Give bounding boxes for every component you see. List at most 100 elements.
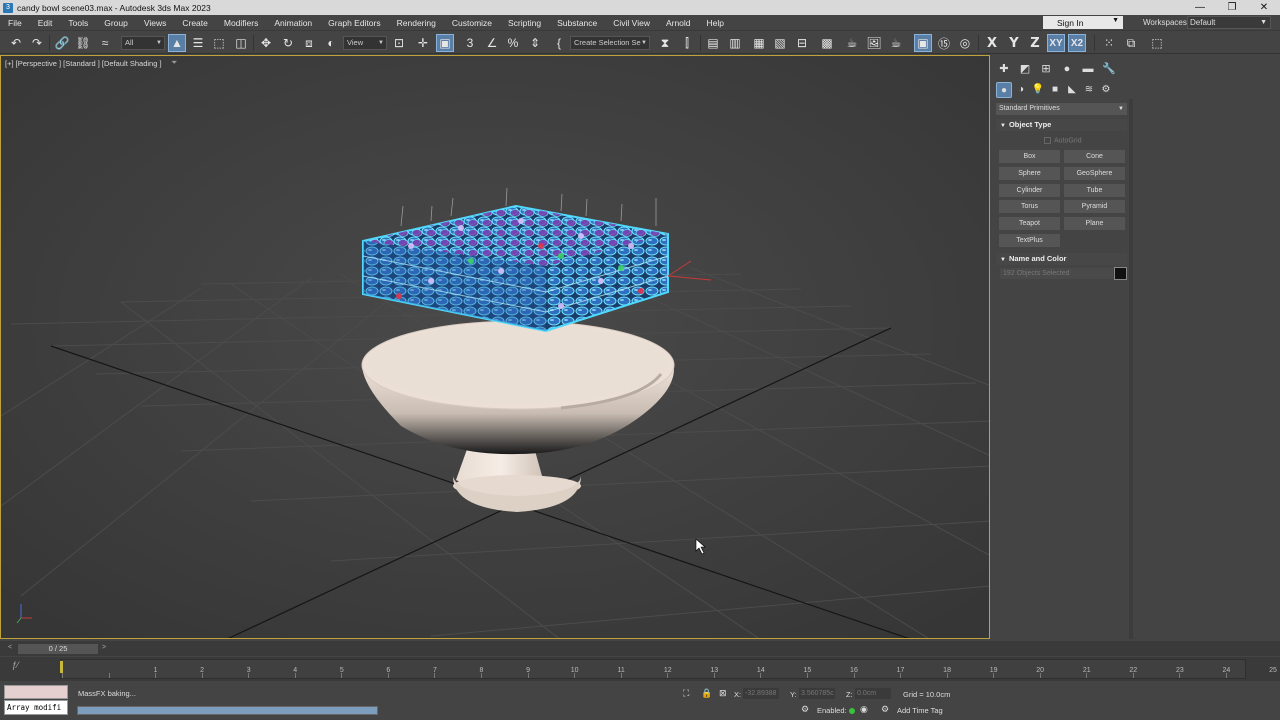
- arnold-ipr-icon[interactable]: ◎: [956, 34, 974, 52]
- menu-modifiers[interactable]: Modifiers: [216, 18, 266, 28]
- pyramid-button[interactable]: Pyramid: [1064, 200, 1125, 213]
- rotate-icon[interactable]: ↻: [279, 34, 297, 52]
- window-crossing-icon[interactable]: ◫: [232, 34, 250, 52]
- rendered-frame-window-icon[interactable]: 🖼: [865, 34, 883, 52]
- cone-button[interactable]: Cone: [1064, 150, 1125, 163]
- cameras-icon[interactable]: ■: [1047, 82, 1063, 98]
- primitive-category-dropdown[interactable]: Standard Primitives ▼: [996, 103, 1127, 115]
- menu-help[interactable]: Help: [699, 18, 732, 28]
- box-button[interactable]: Box: [999, 150, 1060, 163]
- snaps-toggle-icon[interactable]: 3: [461, 34, 479, 52]
- viewport-label[interactable]: [+] [Perspective ] [Standard ] [Default …: [5, 59, 162, 68]
- scale-icon[interactable]: ⧈: [300, 34, 318, 52]
- menu-scripting[interactable]: Scripting: [500, 18, 549, 28]
- restore-button[interactable]: ❐: [1216, 0, 1248, 15]
- menu-arnold[interactable]: Arnold: [658, 18, 699, 28]
- teapot-button[interactable]: Teapot: [999, 217, 1060, 230]
- geosphere-button[interactable]: GeoSphere: [1064, 167, 1125, 180]
- command-panel-scrollbar[interactable]: [1129, 99, 1133, 639]
- render-production-icon[interactable]: ☕: [887, 34, 905, 52]
- select-manipulate-icon[interactable]: ✛: [414, 34, 432, 52]
- percent-snap-icon[interactable]: %: [504, 34, 522, 52]
- cylinder-button[interactable]: Cylinder: [999, 184, 1060, 197]
- plane-button[interactable]: Plane: [1064, 217, 1125, 230]
- time-config-icon[interactable]: ◉: [860, 704, 868, 715]
- named-selection-dropdown[interactable]: Create Selection Se ▼: [570, 36, 650, 50]
- textplus-button[interactable]: TextPlus: [999, 234, 1060, 247]
- unlink-icon[interactable]: ⛓: [74, 34, 92, 52]
- space-warps-icon[interactable]: ≋: [1081, 82, 1097, 98]
- undo-icon[interactable]: ↶: [7, 34, 25, 52]
- absolute-mode-icon[interactable]: ⊠: [719, 688, 727, 699]
- snapshot-icon[interactable]: ⧉: [1122, 34, 1140, 52]
- menu-customize[interactable]: Customize: [444, 18, 500, 28]
- object-type-rollout[interactable]: ▼ Object Type: [996, 119, 1127, 131]
- keyboard-shortcut-override-icon[interactable]: ▣: [436, 34, 454, 52]
- perspective-viewport[interactable]: [+] [Perspective ] [Standard ] [Default …: [0, 55, 990, 639]
- material-editor-icon[interactable]: ▩: [818, 34, 836, 52]
- torus-button[interactable]: Torus: [999, 200, 1060, 213]
- menu-tools[interactable]: Tools: [60, 18, 96, 28]
- place-icon[interactable]: ◐: [322, 34, 340, 52]
- redo-icon[interactable]: ↷: [28, 34, 46, 52]
- constrain-z-button[interactable]: Z: [1026, 34, 1044, 52]
- create-tab-icon[interactable]: ✚: [996, 61, 1012, 77]
- close-button[interactable]: ✕: [1248, 0, 1280, 15]
- motion-tab-icon[interactable]: ●: [1059, 61, 1075, 77]
- render-setup-icon[interactable]: ☕: [843, 34, 861, 52]
- menu-substance[interactable]: Substance: [549, 18, 605, 28]
- spacing-tool-icon[interactable]: ⬚: [1148, 34, 1166, 52]
- rectangular-selection-icon[interactable]: ⬚: [210, 34, 228, 52]
- track-bar-ruler[interactable]: 1 2 3 4 5 6 7 8 9 10 11 12 13 14 15 16 17 18 19 20 21 22 23 24 2…: [60, 659, 1277, 679]
- spinner-snap-icon[interactable]: ⇕: [526, 34, 544, 52]
- align-icon[interactable]: ⫿: [678, 34, 696, 52]
- tube-button[interactable]: Tube: [1064, 184, 1125, 197]
- massfx-toolbar-icon[interactable]: ▣: [914, 34, 932, 52]
- constrain-x-button[interactable]: X: [983, 34, 1001, 52]
- menu-graph-editors[interactable]: Graph Editors: [320, 18, 388, 28]
- toggle-ribbon-icon[interactable]: ▦: [750, 34, 768, 52]
- current-time-marker[interactable]: [60, 661, 63, 673]
- menu-animation[interactable]: Animation: [266, 18, 320, 28]
- edit-named-selection-icon[interactable]: {: [550, 34, 568, 52]
- y-coordinate-field[interactable]: 3.560785c: [799, 688, 835, 699]
- workspace-dropdown[interactable]: Default ▼: [1187, 16, 1271, 29]
- sphere-button[interactable]: Sphere: [999, 167, 1060, 180]
- z-coordinate-field[interactable]: 0.0cm: [855, 688, 891, 699]
- menu-group[interactable]: Group: [96, 18, 136, 28]
- systems-icon[interactable]: ⚙: [1098, 82, 1114, 98]
- time-tag-icon[interactable]: ⚙: [881, 704, 889, 715]
- time-slider-prev[interactable]: <: [8, 644, 12, 651]
- schematic-view-icon[interactable]: ⊟: [793, 34, 811, 52]
- display-tab-icon[interactable]: ▬: [1080, 61, 1096, 77]
- scene-explorer-icon[interactable]: ▤: [704, 34, 722, 52]
- array-icon[interactable]: ⁙: [1100, 34, 1118, 52]
- mini-curve-editor-icon[interactable]: ƒ⁄: [12, 660, 19, 670]
- constrain-y-button[interactable]: Y: [1005, 34, 1023, 52]
- lights-icon[interactable]: 💡: [1030, 82, 1046, 98]
- adaptive-degradation-icon[interactable]: ⚙: [801, 704, 809, 715]
- shapes-icon[interactable]: ◑: [1013, 82, 1029, 98]
- time-slider-next[interactable]: >: [102, 644, 106, 651]
- angle-snap-icon[interactable]: ∠: [483, 34, 501, 52]
- helpers-icon[interactable]: ◣: [1064, 82, 1080, 98]
- autogrid-checkbox[interactable]: AutoGrid: [1044, 137, 1082, 144]
- menu-rendering[interactable]: Rendering: [389, 18, 444, 28]
- maxscript-listener-output[interactable]: [4, 685, 68, 699]
- constrain-xy-button[interactable]: XY: [1047, 34, 1065, 52]
- select-by-name-icon[interactable]: ☰: [189, 34, 207, 52]
- menu-civil-view[interactable]: Civil View: [605, 18, 658, 28]
- menu-file[interactable]: File: [0, 18, 30, 28]
- object-color-swatch[interactable]: [1114, 267, 1127, 280]
- hierarchy-tab-icon[interactable]: ⊞: [1038, 61, 1054, 77]
- curve-editor-icon[interactable]: ▧: [771, 34, 789, 52]
- menu-create[interactable]: Create: [174, 18, 216, 28]
- time-slider[interactable]: 0 / 25: [18, 644, 98, 654]
- bind-space-warp-icon[interactable]: ≈: [96, 34, 114, 52]
- object-name-field[interactable]: 192 Objects Selected: [1000, 268, 1113, 279]
- utilities-tab-icon[interactable]: 🔧: [1101, 61, 1117, 77]
- menu-edit[interactable]: Edit: [30, 18, 61, 28]
- x-coordinate-field[interactable]: -32.89388: [743, 688, 779, 699]
- add-time-tag-button[interactable]: Add Time Tag: [897, 706, 943, 715]
- move-icon[interactable]: ✥: [257, 34, 275, 52]
